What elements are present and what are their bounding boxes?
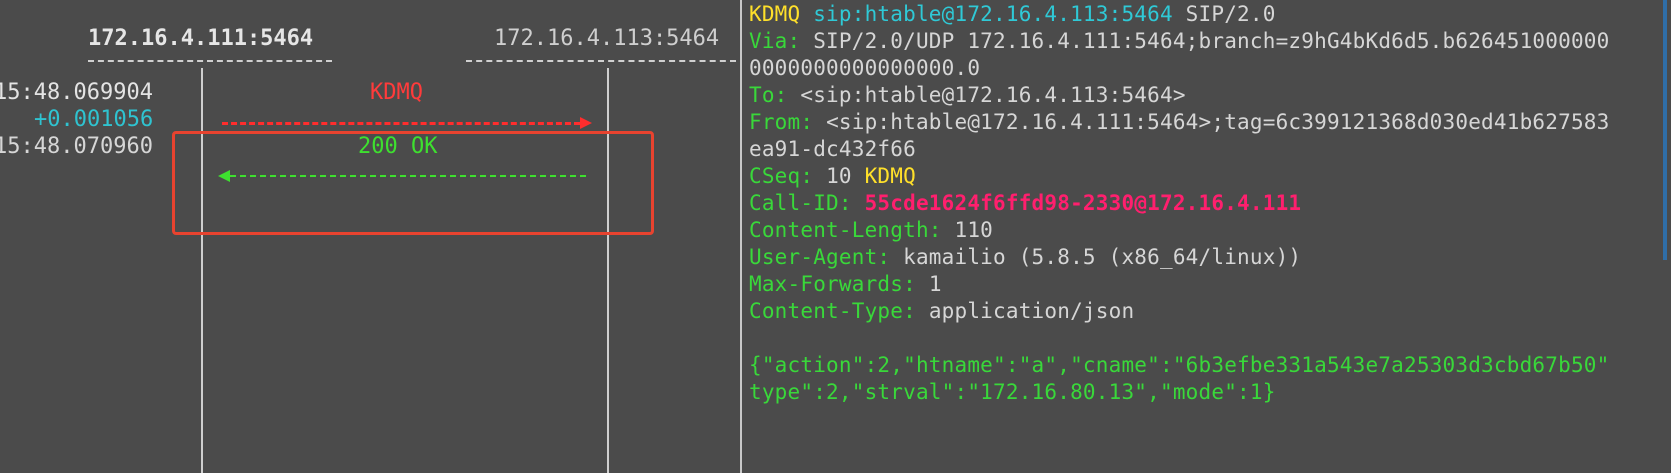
header-value: <sip:htable@172.16.4.111:5464>;tag=6c399… xyxy=(826,110,1610,134)
header-from: From: <sip:htable@172.16.4.111:5464>;tag… xyxy=(749,109,1661,136)
header-value: kamailio (5.8.5 (x86_64/linux)) xyxy=(903,245,1302,269)
header-key: To: xyxy=(749,83,788,107)
header-value: 110 xyxy=(954,218,994,242)
header-key: Content-Length: xyxy=(749,218,942,242)
timestamp-delta: +0.001056 xyxy=(34,107,154,132)
header-from-continued: ea91-dc432f66 xyxy=(749,136,1661,163)
timestamp-1: 15:48.069904 xyxy=(0,80,153,105)
panel-divider[interactable] xyxy=(740,0,742,473)
header-value: <sip:htable@172.16.4.113:5464> xyxy=(800,83,1186,107)
header-key: Content-Type: xyxy=(749,299,916,323)
cseq-number: 10 xyxy=(826,164,852,188)
body-line-1: {"action":2,"htname":"a","cname":"6b3efb… xyxy=(749,353,1610,377)
timestamp-2: 15:48.070960 xyxy=(0,134,153,159)
host-a-label: 172.16.4.111:5464 xyxy=(88,26,314,51)
terminal-window: 172.16.4.111:5464 172.16.4.113:5464 15:4… xyxy=(0,0,1671,473)
scrollbar-accent[interactable] xyxy=(1663,0,1667,260)
header-user-agent: User-Agent: kamailio (5.8.5 (x86_64/linu… xyxy=(749,244,1661,271)
header-to: To: <sip:htable@172.16.4.113:5464> xyxy=(749,82,1661,109)
body-line-2: type":2,"strval":"172.16.80.13","mode":1… xyxy=(749,380,1276,404)
host-b-label: 172.16.4.113:5464 xyxy=(494,26,720,51)
host-a-lifeline xyxy=(201,68,203,473)
host-a-underline xyxy=(88,60,332,62)
header-key: Call-ID: xyxy=(749,191,852,215)
header-value: ea91-dc432f66 xyxy=(749,137,916,161)
call-flow-panel[interactable]: 172.16.4.111:5464 172.16.4.113:5464 15:4… xyxy=(0,0,740,473)
header-content-type: Content-Type: application/json xyxy=(749,298,1661,325)
header-key: From: xyxy=(749,110,814,134)
header-max-forwards: Max-Forwards: 1 xyxy=(749,271,1661,298)
selection-highlight-box xyxy=(172,131,654,235)
host-b-underline xyxy=(466,60,736,62)
header-key: Via: xyxy=(749,29,801,53)
header-key: Max-Forwards: xyxy=(749,272,916,296)
request-version: SIP/2.0 xyxy=(1185,2,1276,26)
cseq-method: KDMQ xyxy=(864,164,916,188)
header-cseq: CSeq: 10 KDMQ xyxy=(749,163,1661,190)
header-via: Via: SIP/2.0/UDP 172.16.4.111:5464;branc… xyxy=(749,28,1661,55)
header-value: 1 xyxy=(928,272,942,296)
header-value: application/json xyxy=(928,299,1135,323)
call-id-value: 55cde1624f6ffd98-2330@172.16.4.111 xyxy=(864,191,1302,215)
request-line: KDMQ sip:htable@172.16.4.113:5464 SIP/2.… xyxy=(749,1,1661,28)
message-kdmq-arrow[interactable] xyxy=(222,117,592,129)
header-value: 0000000000000000.0 xyxy=(749,56,981,80)
host-b-lifeline xyxy=(607,68,609,473)
request-uri: sip:htable@172.16.4.113:5464 xyxy=(813,2,1173,26)
header-call-id: Call-ID: 55cde1624f6ffd98-2330@172.16.4.… xyxy=(749,190,1661,217)
header-via-continued: 0000000000000000.0 xyxy=(749,55,1661,82)
header-key: User-Agent: xyxy=(749,245,891,269)
header-key: CSeq: xyxy=(749,164,814,188)
request-method: KDMQ xyxy=(749,2,801,26)
header-value: SIP/2.0/UDP 172.16.4.111:5464;branch=z9h… xyxy=(813,29,1610,53)
header-content-length: Content-Length: 110 xyxy=(749,217,1661,244)
message-kdmq-label[interactable]: KDMQ xyxy=(370,80,423,105)
message-detail-panel[interactable]: KDMQ sip:htable@172.16.4.113:5464 SIP/2.… xyxy=(749,1,1661,471)
